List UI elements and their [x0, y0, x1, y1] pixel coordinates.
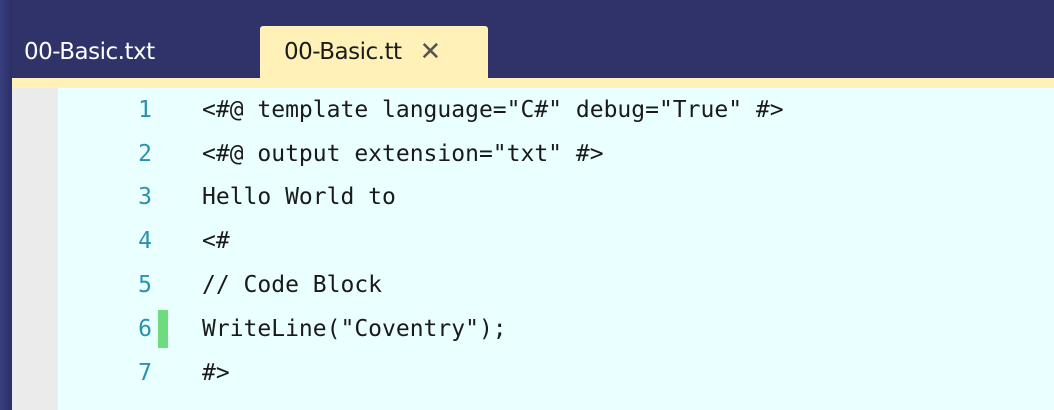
line-number: 5	[138, 272, 152, 298]
code-line: 4 <#	[58, 221, 1054, 261]
change-marker	[158, 178, 168, 216]
tab-label: 00-Basic.tt	[284, 39, 402, 65]
line-number: 2	[138, 141, 152, 167]
line-number: 3	[138, 184, 152, 210]
document-tab-bar: 00-Basic.txt 00-Basic.tt ✕	[12, 12, 1054, 78]
code-line: 3 Hello World to	[58, 177, 1054, 217]
code-text[interactable]: Hello World to	[202, 184, 396, 210]
code-editor[interactable]: 1 <#@ template language="C#" debug="True…	[12, 88, 1054, 410]
code-text[interactable]: <#@ output extension="txt" #>	[202, 141, 604, 167]
window-frame	[0, 0, 12, 410]
active-tab-accent-bar	[12, 78, 1054, 88]
code-line: 1 <#@ template language="C#" debug="True…	[58, 90, 1054, 130]
code-line: 5 // Code Block	[58, 265, 1054, 305]
code-text[interactable]: <#@ template language="C#" debug="True" …	[202, 97, 784, 123]
line-number: 1	[138, 97, 152, 123]
code-line: 2 <#@ output extension="txt" #>	[58, 134, 1054, 174]
tab-00-basic-tt[interactable]: 00-Basic.tt ✕	[260, 26, 488, 78]
tab-00-basic-txt[interactable]: 00-Basic.txt	[24, 26, 256, 78]
tab-label: 00-Basic.txt	[24, 39, 155, 65]
change-marker	[158, 222, 168, 260]
change-marker	[158, 91, 168, 129]
change-marker	[158, 266, 168, 304]
code-text[interactable]: #>	[202, 360, 230, 386]
close-icon[interactable]: ✕	[420, 39, 442, 65]
code-text[interactable]: WriteLine("Coventry");	[202, 316, 507, 342]
change-marker	[158, 310, 168, 348]
line-number: 4	[138, 228, 152, 254]
line-number: 7	[138, 360, 152, 386]
code-line: 6 WriteLine("Coventry");	[58, 309, 1054, 349]
indicator-margin	[12, 88, 58, 410]
code-text[interactable]: // Code Block	[202, 272, 382, 298]
change-marker	[158, 354, 168, 392]
change-marker	[158, 135, 168, 173]
line-number: 6	[138, 316, 152, 342]
code-line: 7 #>	[58, 353, 1054, 393]
code-text[interactable]: <#	[202, 228, 230, 254]
